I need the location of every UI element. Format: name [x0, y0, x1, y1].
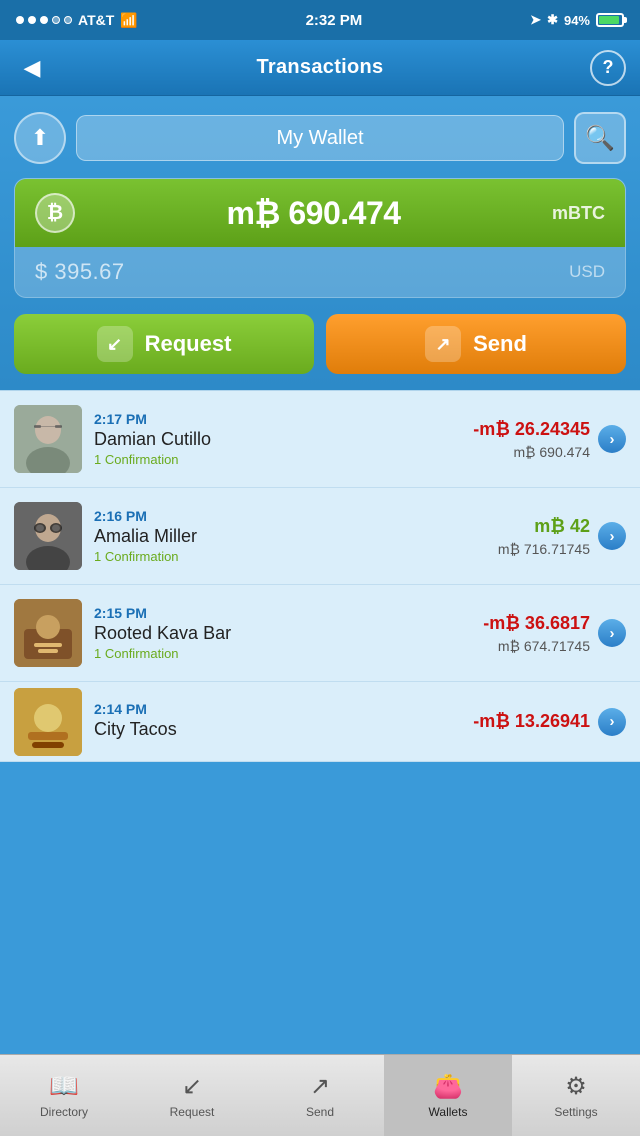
status-bar: AT&T 📶 2:32 PM ➤ ✱ 94%: [0, 0, 640, 40]
transactions-list: 2:17 PM Damian Cutillo 1 Confirmation -m…: [0, 390, 640, 762]
send-icon: ↗: [425, 326, 461, 362]
transaction-info: 2:15 PM Rooted Kava Bar 1 Confirmation: [94, 605, 483, 661]
table-row[interactable]: 2:16 PM Amalia Miller 1 Confirmation m₿ …: [0, 488, 640, 585]
transaction-info: 2:17 PM Damian Cutillo 1 Confirmation: [94, 411, 473, 467]
tx-time: 2:15 PM: [94, 605, 483, 621]
page-title: Transactions: [257, 56, 384, 79]
btc-amount: m₿ 690.474: [226, 195, 400, 232]
tx-detail-button[interactable]: ›: [598, 425, 626, 453]
request-icon: ↙: [97, 326, 133, 362]
send-button[interactable]: ↗ Send: [326, 314, 626, 374]
back-button[interactable]: ◀: [14, 50, 50, 86]
btc-unit: mBTC: [552, 203, 605, 224]
wallets-tab-icon: 👛: [433, 1072, 463, 1101]
tx-amounts: -m₿ 13.26941: [473, 711, 590, 732]
tx-amount: -m₿ 36.6817: [483, 613, 590, 634]
tx-amount: -m₿ 13.26941: [473, 711, 590, 732]
tx-name: Damian Cutillo: [94, 429, 473, 450]
table-row[interactable]: 2:17 PM Damian Cutillo 1 Confirmation -m…: [0, 391, 640, 488]
wifi-icon: 📶: [120, 12, 137, 29]
send-tab-icon: ↗: [310, 1072, 330, 1101]
avatar: [14, 502, 82, 570]
request-button[interactable]: ↙ Request: [14, 314, 314, 374]
tx-balance: m₿ 690.474: [513, 444, 590, 460]
tx-time: 2:16 PM: [94, 508, 498, 524]
table-row[interactable]: 2:15 PM Rooted Kava Bar 1 Confirmation -…: [0, 585, 640, 682]
usd-balance-row: $ 395.67 USD: [15, 247, 625, 297]
table-row[interactable]: 2:14 PM City Tacos -m₿ 13.26941 ›: [0, 682, 640, 762]
tx-balance: m₿ 674.71745: [498, 638, 590, 654]
usd-unit: USD: [569, 262, 605, 282]
tx-amounts: -m₿ 26.24345 m₿ 690.474: [473, 419, 590, 460]
help-button[interactable]: ?: [590, 50, 626, 86]
bluetooth-icon: ✱: [547, 12, 558, 28]
tx-time: 2:14 PM: [94, 701, 473, 717]
status-right: ➤ ✱ 94%: [530, 12, 624, 28]
tx-time: 2:17 PM: [94, 411, 473, 427]
bitcoin-icon: ₿: [35, 193, 75, 233]
settings-tab-icon: ⚙: [565, 1072, 587, 1101]
share-button[interactable]: ⬆: [14, 112, 66, 164]
tab-send[interactable]: ↗ Send: [256, 1055, 384, 1136]
transaction-info: 2:14 PM City Tacos: [94, 701, 473, 742]
request-tab-icon: ↙: [182, 1072, 202, 1101]
tx-confirm: 1 Confirmation: [94, 549, 498, 564]
tx-amount: -m₿ 26.24345: [473, 419, 590, 440]
nav-bar: ◀ Transactions ?: [0, 40, 640, 96]
btc-balance-row: ₿ m₿ 690.474 mBTC: [15, 179, 625, 247]
tab-wallets-label: Wallets: [429, 1105, 468, 1119]
tab-request-label: Request: [170, 1105, 215, 1119]
main-content: ⬆ My Wallet 🔍 ₿ m₿ 690.474 mBTC $ 395.67…: [0, 96, 640, 390]
directory-icon: 📖: [49, 1072, 79, 1101]
share-icon: ⬆: [31, 125, 49, 151]
balance-card: ₿ m₿ 690.474 mBTC $ 395.67 USD: [14, 178, 626, 298]
tx-confirm: 1 Confirmation: [94, 646, 483, 661]
battery-icon: [596, 13, 624, 27]
carrier-label: AT&T: [78, 12, 114, 28]
send-label: Send: [473, 331, 527, 357]
tx-name: City Tacos: [94, 719, 473, 740]
usd-amount: $ 395.67: [35, 259, 125, 285]
tx-amounts: -m₿ 36.6817 m₿ 674.71745: [483, 613, 590, 654]
status-left: AT&T 📶: [16, 12, 138, 29]
wallet-header-row: ⬆ My Wallet 🔍: [14, 112, 626, 164]
tx-amounts: m₿ 42 m₿ 716.71745: [498, 516, 590, 557]
battery-label: 94%: [564, 13, 590, 28]
status-time: 2:32 PM: [306, 12, 363, 29]
avatar: [14, 405, 82, 473]
tab-wallets[interactable]: 👛 Wallets: [384, 1055, 512, 1136]
tx-amount: m₿ 42: [534, 516, 590, 537]
tab-directory[interactable]: 📖 Directory: [0, 1055, 128, 1136]
tx-confirm: 1 Confirmation: [94, 452, 473, 467]
search-button[interactable]: 🔍: [574, 112, 626, 164]
tab-bar: 📖 Directory ↙ Request ↗ Send 👛 Wallets ⚙…: [0, 1054, 640, 1136]
tab-settings-label: Settings: [554, 1105, 597, 1119]
tx-name: Amalia Miller: [94, 526, 498, 547]
wallet-name-bar[interactable]: My Wallet: [76, 115, 564, 161]
location-icon: ➤: [530, 12, 541, 28]
tx-detail-button[interactable]: ›: [598, 708, 626, 736]
wallet-name-label: My Wallet: [276, 127, 363, 150]
transaction-info: 2:16 PM Amalia Miller 1 Confirmation: [94, 508, 498, 564]
request-label: Request: [145, 331, 232, 357]
tab-directory-label: Directory: [40, 1105, 88, 1119]
avatar: [14, 599, 82, 667]
action-buttons: ↙ Request ↗ Send: [14, 314, 626, 374]
tx-name: Rooted Kava Bar: [94, 623, 483, 644]
tab-request[interactable]: ↙ Request: [128, 1055, 256, 1136]
tab-send-label: Send: [306, 1105, 334, 1119]
tx-balance: m₿ 716.71745: [498, 541, 590, 557]
search-icon: 🔍: [585, 124, 615, 153]
tx-detail-button[interactable]: ›: [598, 619, 626, 647]
tab-settings[interactable]: ⚙ Settings: [512, 1055, 640, 1136]
avatar: [14, 688, 82, 756]
tx-detail-button[interactable]: ›: [598, 522, 626, 550]
signal-dots: [16, 16, 72, 24]
